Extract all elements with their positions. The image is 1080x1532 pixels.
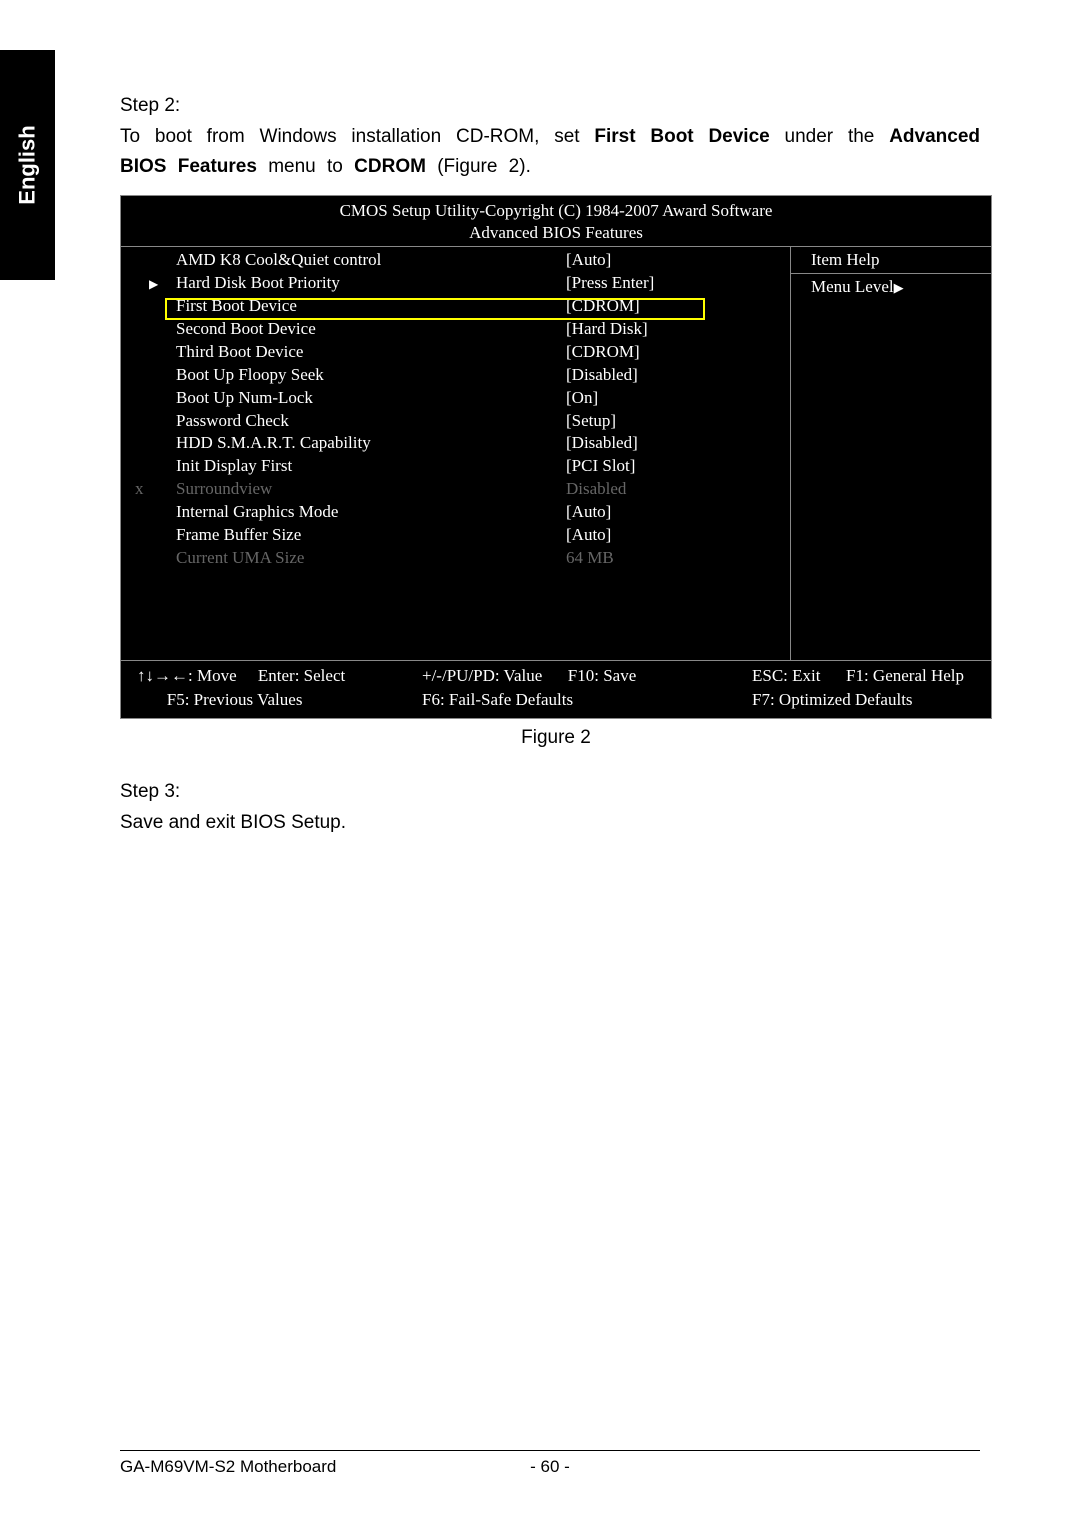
bios-setting-row: Boot Up Floopy Seek [Disabled] bbox=[121, 364, 790, 387]
bios-setting-value: [PCI Slot] bbox=[436, 455, 790, 478]
instr-text: menu to bbox=[257, 156, 354, 177]
menu-level: Menu Level▶ bbox=[791, 274, 991, 300]
bios-setting-label: HDD S.M.A.R.T. Capability bbox=[121, 432, 436, 455]
bios-setting-label: Init Display First bbox=[121, 455, 436, 478]
bios-header: CMOS Setup Utility-Copyright (C) 1984-20… bbox=[121, 196, 991, 246]
bios-label-text: HDD S.M.A.R.T. Capability bbox=[176, 433, 371, 452]
footer-page-number: - 60 - bbox=[500, 1457, 600, 1477]
bios-setting-label: Internal Graphics Mode bbox=[121, 501, 436, 524]
bios-setting-label: Second Boot Device bbox=[121, 318, 436, 341]
bios-setting-value: [Setup] bbox=[436, 410, 790, 433]
bios-label-text: Frame Buffer Size bbox=[176, 525, 301, 544]
bios-setting-value: 64 MB bbox=[436, 547, 790, 570]
bios-setting-row: ▶ Hard Disk Boot Priority [Press Enter] bbox=[121, 272, 790, 295]
bios-setting-value: [Press Enter] bbox=[436, 272, 790, 295]
bios-title1: CMOS Setup Utility-Copyright (C) 1984-20… bbox=[121, 200, 991, 222]
bios-help-panel: Item Help Menu Level▶ bbox=[791, 247, 991, 660]
figure-caption: Figure 2 bbox=[120, 727, 992, 749]
bios-setting-row: HDD S.M.A.R.T. Capability [Disabled] bbox=[121, 432, 790, 455]
bios-label-text: Second Boot Device bbox=[176, 319, 316, 338]
bios-setting-row: Internal Graphics Mode [Auto] bbox=[121, 501, 790, 524]
bios-label-text: Password Check bbox=[176, 411, 289, 430]
bios-label-text: Hard Disk Boot Priority bbox=[176, 273, 340, 292]
footer-product: GA-M69VM-S2 Motherboard bbox=[120, 1457, 500, 1477]
bios-setting-value: [On] bbox=[436, 387, 790, 410]
key-prev: F5: Previous Values bbox=[167, 690, 303, 709]
step3-block: Step 3: Save and exit BIOS Setup. bbox=[120, 781, 980, 838]
bios-footer: ↑↓→←: Move Enter: Select F5: Previous Va… bbox=[121, 660, 991, 718]
bios-setting-row: Frame Buffer Size [Auto] bbox=[121, 524, 790, 547]
footer-col1: ↑↓→←: Move Enter: Select F5: Previous Va… bbox=[137, 664, 422, 712]
step2-heading: Step 2: bbox=[120, 95, 980, 117]
bios-setting-value: [Hard Disk] bbox=[436, 318, 790, 341]
page-content: Step 2: To boot from Windows installatio… bbox=[120, 95, 980, 850]
bios-label-text: Surroundview bbox=[176, 479, 272, 498]
bios-setting-label: Boot Up Floopy Seek bbox=[121, 364, 436, 387]
step3-heading: Step 3: bbox=[120, 781, 980, 803]
highlight-box bbox=[165, 298, 705, 320]
bios-setting-value: [Disabled] bbox=[436, 432, 790, 455]
bios-setting-label: Password Check bbox=[121, 410, 436, 433]
key-value: +/-/PU/PD: Value bbox=[422, 666, 542, 685]
bios-label-text: Init Display First bbox=[176, 456, 292, 475]
bios-label-text: Boot Up Num-Lock bbox=[176, 388, 313, 407]
bios-setting-value: [Auto] bbox=[436, 524, 790, 547]
instr-text: (Figure 2). bbox=[426, 156, 531, 177]
bios-setting-row: Third Boot Device [CDROM] bbox=[121, 341, 790, 364]
bios-setting-label: ▶ Hard Disk Boot Priority bbox=[121, 272, 436, 295]
instr-bold3: CDROM bbox=[354, 156, 426, 177]
bios-setting-label: Frame Buffer Size bbox=[121, 524, 436, 547]
bios-setting-label: Boot Up Num-Lock bbox=[121, 387, 436, 410]
bios-setting-row: x Surroundview Disabled bbox=[121, 478, 790, 501]
bios-label-text: AMD K8 Cool&Quiet control bbox=[176, 250, 381, 269]
language-tab: English bbox=[0, 50, 55, 280]
bios-setting-label: AMD K8 Cool&Quiet control bbox=[121, 249, 436, 272]
item-help-title: Item Help bbox=[791, 247, 991, 274]
key-move: ↑↓→←: Move bbox=[137, 666, 237, 685]
bios-setting-value: Disabled bbox=[436, 478, 790, 501]
bios-title2: Advanced BIOS Features bbox=[121, 222, 991, 244]
language-tab-text: English bbox=[15, 125, 41, 204]
bios-setting-value: [CDROM] bbox=[436, 341, 790, 364]
bios-label-text: Internal Graphics Mode bbox=[176, 502, 338, 521]
footer-col3: ESC: Exit F1: General Help F7: Optimized… bbox=[752, 664, 975, 712]
bios-setting-row: Second Boot Device [Hard Disk] bbox=[121, 318, 790, 341]
menu-level-text: Menu Level bbox=[811, 277, 894, 296]
key-select: Enter: Select bbox=[258, 666, 345, 685]
key-help: F1: General Help bbox=[846, 666, 964, 685]
bios-setting-value: [Auto] bbox=[436, 249, 790, 272]
bios-body: AMD K8 Cool&Quiet control [Auto] ▶ Hard Dis… bbox=[121, 246, 991, 660]
right-arrow-icon: ▶ bbox=[894, 280, 904, 295]
footer-col2: +/-/PU/PD: Value F10: Save F6: Fail-Safe… bbox=[422, 664, 752, 712]
bios-setting-row: Init Display First [PCI Slot] bbox=[121, 455, 790, 478]
bios-label-text: Current UMA Size bbox=[176, 548, 304, 567]
bios-setting-label: Current UMA Size bbox=[121, 547, 436, 570]
bios-label-text: Third Boot Device bbox=[176, 342, 303, 361]
key-optimized: F7: Optimized Defaults bbox=[752, 690, 913, 709]
instr-text: under the bbox=[770, 126, 889, 147]
bios-setting-row: Password Check [Setup] bbox=[121, 410, 790, 433]
page-footer: GA-M69VM-S2 Motherboard - 60 - bbox=[120, 1450, 980, 1477]
bios-screenshot: CMOS Setup Utility-Copyright (C) 1984-20… bbox=[120, 195, 992, 719]
disabled-x-mark: x bbox=[135, 478, 144, 501]
bios-setting-row: Boot Up Num-Lock [On] bbox=[121, 387, 790, 410]
current-item-arrow-icon: ▶ bbox=[149, 276, 158, 292]
key-failsafe: F6: Fail-Safe Defaults bbox=[422, 690, 573, 709]
bios-setting-row: AMD K8 Cool&Quiet control [Auto] bbox=[121, 249, 790, 272]
key-save: F10: Save bbox=[568, 666, 636, 685]
bios-setting-label: Third Boot Device bbox=[121, 341, 436, 364]
bios-setting-row: Current UMA Size 64 MB bbox=[121, 547, 790, 570]
footer-spacer bbox=[600, 1457, 980, 1477]
key-exit: ESC: Exit bbox=[752, 666, 820, 685]
instr-text: To boot from Windows installation CD-ROM… bbox=[120, 126, 594, 147]
step2-instruction: To boot from Windows installation CD-ROM… bbox=[120, 122, 980, 183]
bios-setting-label: x Surroundview bbox=[121, 478, 436, 501]
instr-bold1: First Boot Device bbox=[594, 126, 769, 147]
step3-text: Save and exit BIOS Setup. bbox=[120, 808, 980, 838]
bios-settings-panel: AMD K8 Cool&Quiet control [Auto] ▶ Hard Dis… bbox=[121, 247, 791, 660]
bios-setting-value: [Auto] bbox=[436, 501, 790, 524]
bios-label-text: Boot Up Floopy Seek bbox=[176, 365, 324, 384]
bios-setting-value: [Disabled] bbox=[436, 364, 790, 387]
